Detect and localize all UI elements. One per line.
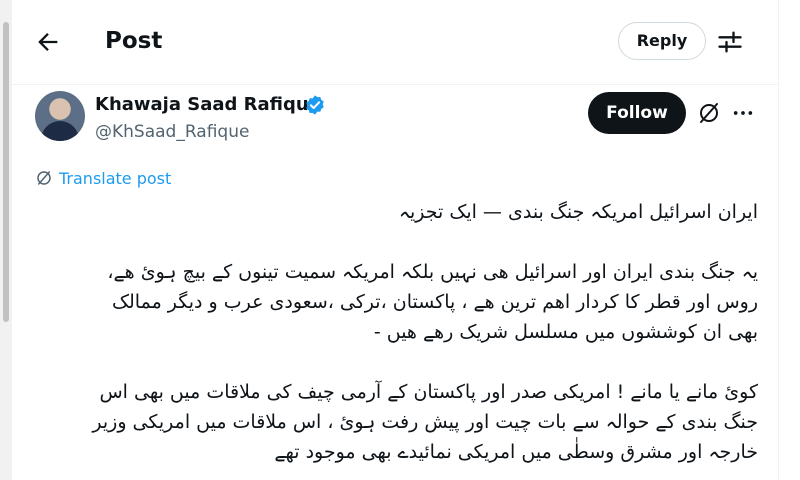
verified-badge-icon: [306, 95, 324, 115]
column-divider: [778, 0, 779, 480]
translate-post-link[interactable]: Translate post: [35, 166, 171, 190]
post-line: بھی ان کوششوں میں مسلسل شریک رھے ھیں -: [373, 321, 758, 343]
post-title-line: ایران اسرائیل امریکہ جنگ بندی — ایک تجزی…: [398, 201, 758, 223]
sliders-icon[interactable]: [716, 28, 744, 56]
scrollbar-thumb[interactable]: [3, 22, 9, 322]
avatar-body: [41, 121, 79, 141]
follow-button[interactable]: Follow: [588, 92, 686, 134]
post-line: کوئ مانے یا مانے ! امریکی صدر اور پاکستا…: [99, 381, 758, 403]
slash-circle-icon[interactable]: [697, 101, 721, 125]
post-text: ایران اسرائیل امریکہ جنگ بندی — ایک تجزی…: [28, 197, 758, 467]
post-line: جنگ بندی کے حوالہ سے بات چیت اور پیش رفت…: [92, 411, 758, 433]
avatar[interactable]: [35, 91, 85, 141]
post-line: روس اور قطر کا کردار اھم ترین ھے ، پاکست…: [112, 291, 758, 313]
post-line: خارجہ اور مشرق وسطٰی میں امریکی نمائیدے …: [274, 441, 758, 463]
arrow-left-icon[interactable]: [34, 28, 62, 56]
author-handle[interactable]: @KhSaad_Rafique: [95, 120, 249, 144]
page-title: Post: [105, 28, 163, 54]
translate-icon: [37, 171, 51, 185]
translate-label: Translate post: [59, 168, 172, 188]
post-header: Post Reply: [12, 0, 778, 85]
reply-button[interactable]: Reply: [618, 22, 706, 60]
ellipsis-icon[interactable]: [732, 104, 754, 122]
post-line: یہ جنگ بندی ایران اور اسرائیل ھی نہیں بل…: [107, 261, 758, 283]
author-name[interactable]: Khawaja Saad Rafique: [95, 92, 321, 118]
scrollbar[interactable]: [0, 0, 12, 480]
